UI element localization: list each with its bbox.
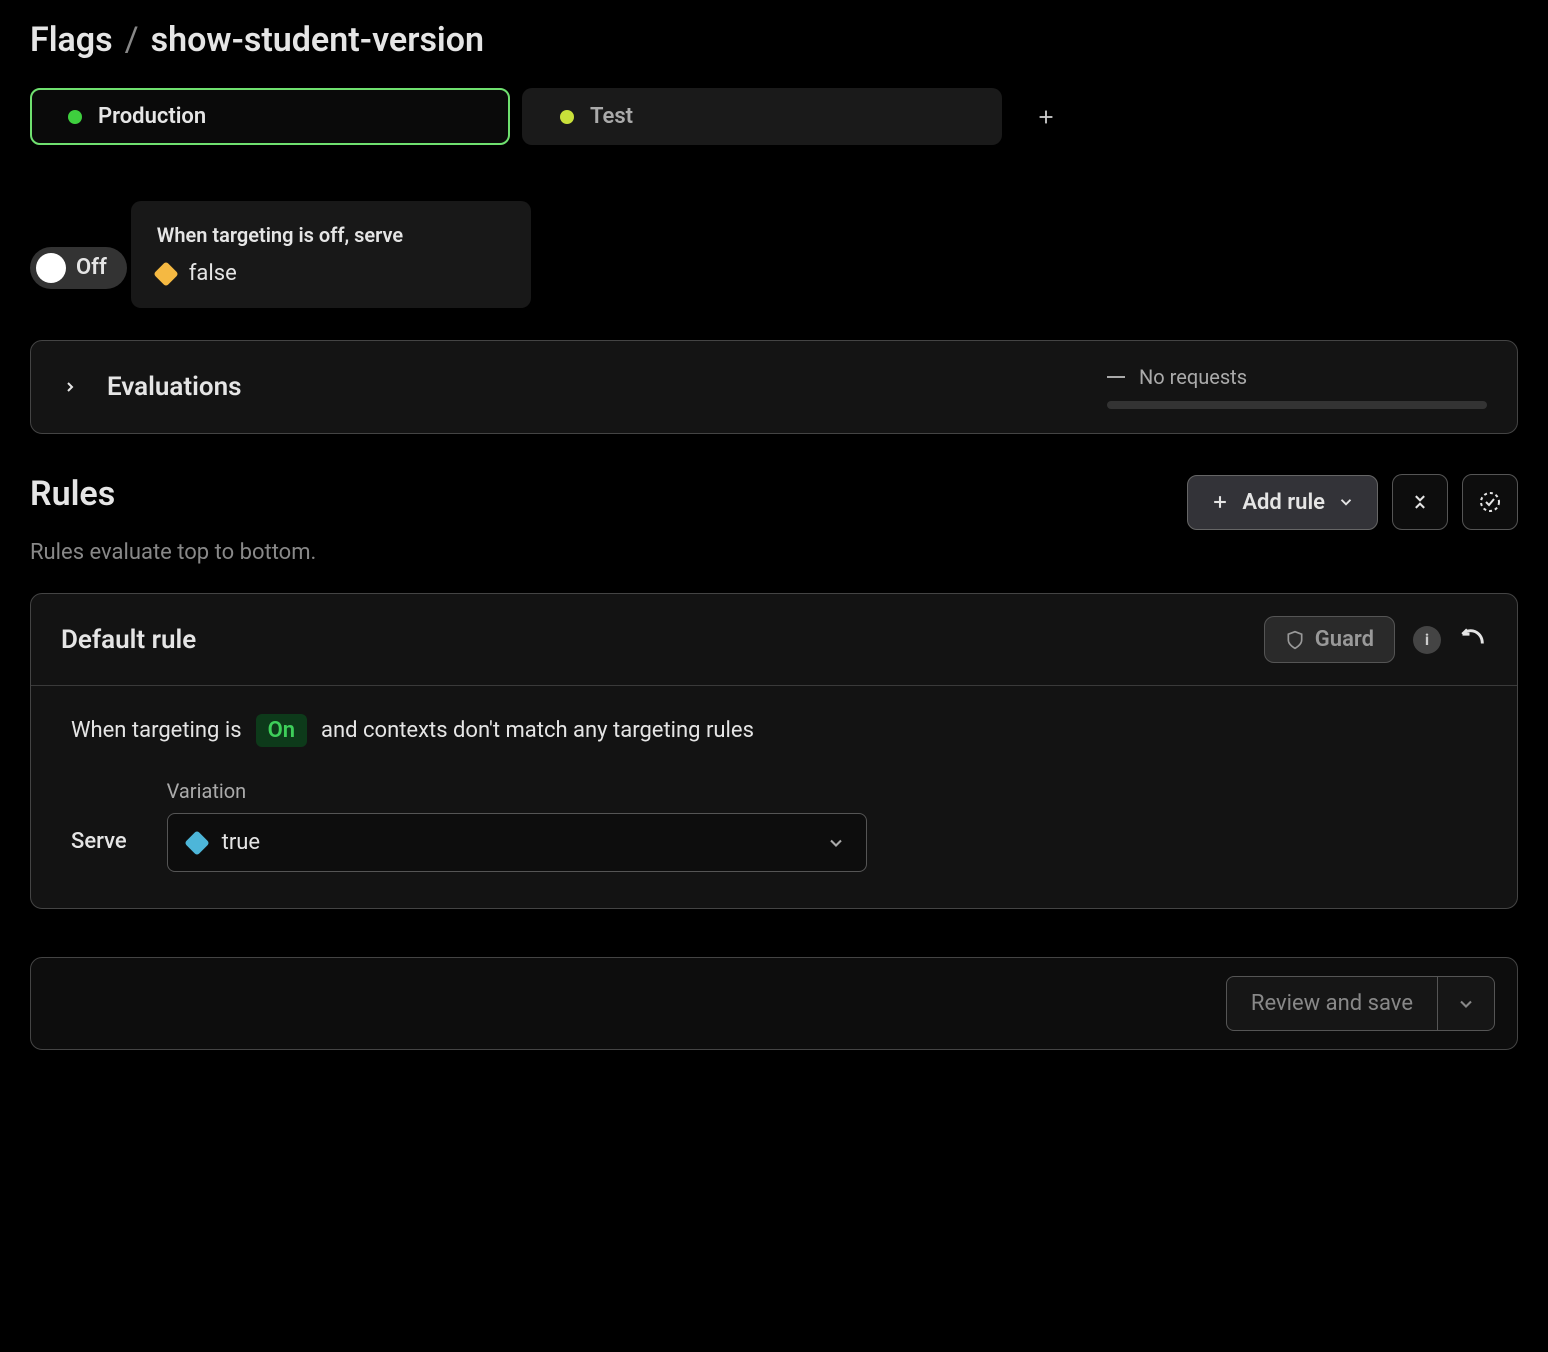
verify-rules-button[interactable]	[1462, 474, 1518, 530]
diamond-icon	[184, 830, 209, 855]
variation-label: Variation	[167, 779, 867, 803]
breadcrumb-current: show-student-version	[151, 20, 484, 60]
chevron-right-icon	[61, 378, 79, 396]
env-tab-production[interactable]: Production	[30, 88, 510, 145]
review-save-button[interactable]: Review and save	[1226, 976, 1438, 1031]
chevron-down-icon	[1456, 994, 1476, 1014]
guard-button[interactable]: Guard	[1264, 616, 1395, 663]
variation-select[interactable]: true	[167, 813, 867, 872]
condition-suffix: and contexts don't match any targeting r…	[321, 718, 754, 743]
rules-title: Rules	[30, 474, 115, 514]
evaluations-progress-bar	[1107, 401, 1487, 409]
environment-tabs: Production Test	[30, 88, 1518, 145]
undo-button[interactable]	[1459, 626, 1487, 654]
plus-icon	[1035, 106, 1057, 128]
toggle-knob-icon	[36, 253, 66, 283]
status-dot-icon	[560, 110, 574, 124]
undo-icon	[1459, 626, 1487, 654]
env-tab-label: Production	[98, 104, 206, 129]
default-rule-card: Default rule Guard i When targeting is O…	[30, 593, 1518, 909]
footer-bar: Review and save	[30, 957, 1518, 1050]
off-serve-title: When targeting is off, serve	[157, 223, 505, 247]
off-serve-value: false	[157, 261, 505, 286]
chevron-down-icon	[1337, 493, 1355, 511]
plus-icon	[1210, 492, 1230, 512]
breadcrumb: Flags / show-student-version	[30, 20, 1518, 60]
evaluations-status-text: No requests	[1139, 365, 1247, 389]
targeting-toggle[interactable]: Off	[30, 247, 127, 289]
breadcrumb-separator: /	[125, 20, 139, 60]
info-button[interactable]: i	[1413, 626, 1441, 654]
evaluations-status: No requests	[1107, 365, 1247, 389]
toggle-state-label: Off	[76, 255, 107, 280]
chevron-down-icon	[826, 833, 846, 853]
review-save-dropdown[interactable]	[1438, 976, 1495, 1031]
target-check-icon	[1478, 490, 1502, 514]
status-dot-icon	[68, 110, 82, 124]
env-tab-test[interactable]: Test	[522, 88, 1002, 145]
variation-value: true	[222, 830, 260, 855]
add-rule-label: Add rule	[1242, 490, 1325, 515]
evaluations-panel[interactable]: Evaluations No requests	[30, 340, 1518, 434]
serve-label: Serve	[71, 829, 127, 872]
collapse-icon	[1410, 492, 1430, 512]
add-rule-button[interactable]: Add rule	[1187, 475, 1378, 530]
add-environment-button[interactable]	[1030, 101, 1062, 133]
on-badge: On	[256, 714, 307, 747]
info-icon: i	[1425, 630, 1429, 649]
diamond-icon	[153, 261, 178, 286]
off-serve-value-text: false	[189, 261, 237, 286]
rule-condition: When targeting is On and contexts don't …	[71, 714, 1477, 747]
dash-icon	[1107, 376, 1125, 378]
evaluations-title: Evaluations	[107, 372, 241, 402]
off-serve-card: When targeting is off, serve false	[131, 201, 531, 308]
env-tab-label: Test	[590, 104, 633, 129]
guard-label: Guard	[1315, 627, 1374, 652]
breadcrumb-parent[interactable]: Flags	[30, 20, 113, 60]
shield-icon	[1285, 630, 1305, 650]
collapse-rules-button[interactable]	[1392, 474, 1448, 530]
condition-prefix: When targeting is	[71, 718, 242, 743]
rules-subtitle: Rules evaluate top to bottom.	[30, 540, 1518, 565]
default-rule-title: Default rule	[61, 625, 196, 655]
